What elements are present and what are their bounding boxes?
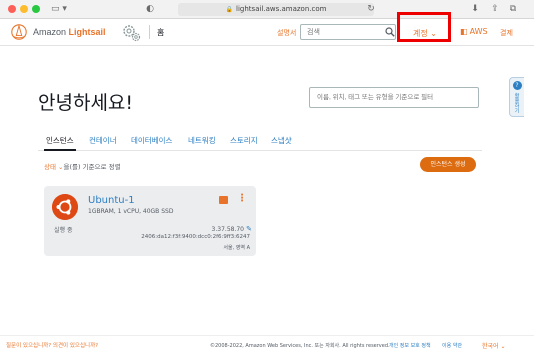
tab-networking[interactable]: 네트워킹 [188, 135, 216, 146]
page-footer: 질문이 있으십니까? 의견이 있으십니까? ©2008-2022, Amazon… [0, 335, 534, 354]
ipv6-address: 2406:da12:f3f:9400:dcc0:2f6:9ff3:6247 [141, 234, 250, 240]
logo-text[interactable]: Amazon Lightsail [33, 27, 106, 37]
reload-icon[interactable]: ↻ [366, 3, 376, 15]
sort-label: 을(를) 기준으로 정렬 [63, 163, 121, 171]
copyright-text: ©2008-2022, Amazon Web Services, Inc. 또는… [210, 343, 390, 349]
page-greeting: 안녕하세요! [38, 92, 134, 114]
zoom-window-button[interactable] [32, 5, 40, 13]
help-tab[interactable]: ? 활용하기 [509, 77, 524, 117]
account-menu-button[interactable]: 계정 ⌄ [413, 28, 437, 39]
create-instance-button[interactable]: 인스턴스 생성 [420, 157, 476, 172]
download-icon[interactable]: ⬇ [470, 3, 480, 15]
instance-name-link[interactable]: Ubuntu-1 [88, 195, 135, 206]
privacy-policy-link[interactable]: 개인 정보 보호 정책 [389, 342, 431, 349]
resource-tabs: 인스턴스 컨테이너 데이터베이스 네트워킹 스토리지 스냅샷 [38, 135, 482, 151]
lock-icon: 🔒 [225, 6, 234, 13]
aws-console-link[interactable]: ◧ AWS [460, 27, 488, 36]
browser-toolbar: ▭ ▾ ◐ 🔒 lightsail.aws.amazon.com ↻ ⬇ ⇪ ⧉ [0, 0, 534, 19]
search-icon[interactable] [385, 27, 395, 37]
tab-snapshots[interactable]: 스냅샷 [271, 135, 292, 146]
sort-dropdown[interactable]: 상태 ⌄ [44, 163, 64, 171]
feedback-link[interactable]: 질문이 있으십니까? 의견이 있으십니까? [6, 341, 98, 349]
sidebar-toggle-icon[interactable]: ▭ ▾ [48, 3, 70, 15]
help-tab-label: 활용하기 [513, 93, 520, 113]
search-input[interactable] [300, 24, 396, 40]
chevron-down-icon: ⌄ [430, 29, 437, 38]
tab-storage[interactable]: 스토리지 [230, 135, 258, 146]
pin-icon[interactable]: ✎ [246, 225, 252, 233]
more-options-icon[interactable]: ⋮ [237, 193, 247, 204]
tabs-overview-icon[interactable]: ⧉ [508, 3, 518, 15]
billing-link[interactable]: 결제 [500, 28, 513, 38]
lightsail-logo-icon[interactable] [10, 23, 28, 41]
instance-card[interactable]: Ubuntu-1 1GBRAM, 1 vCPU, 40GB SSD ⋮ 실행 중… [44, 186, 256, 256]
header-divider [149, 25, 150, 39]
minimize-window-button[interactable] [20, 5, 28, 13]
filter-input[interactable] [309, 87, 479, 108]
tab-containers[interactable]: 컨테이너 [89, 135, 117, 146]
help-icon: ? [512, 81, 522, 90]
terms-link[interactable]: 이용 약관 [442, 342, 462, 349]
close-window-button[interactable] [8, 5, 16, 13]
documentation-link[interactable]: 설명서 [277, 28, 296, 38]
tab-databases[interactable]: 데이터베이스 [131, 135, 172, 146]
url-text: lightsail.aws.amazon.com [236, 5, 327, 13]
tab-instances[interactable]: 인스턴스 [44, 135, 76, 151]
aws-box-icon: ◧ [460, 27, 468, 36]
app-header: Amazon Lightsail 홈 설명서 [0, 19, 534, 46]
instance-state: 실행 중 [54, 227, 73, 234]
privacy-shield-icon[interactable]: ◐ [145, 3, 155, 15]
ubuntu-icon [52, 194, 78, 220]
chevron-down-icon: ⌄ [500, 343, 506, 350]
language-selector[interactable]: 한국어 ⌄ [482, 341, 506, 350]
instance-region: 서울, 영역 A [223, 245, 250, 251]
share-icon[interactable]: ⇪ [490, 3, 500, 15]
gears-icon [123, 25, 141, 42]
public-ip: 3.37.58.70 [211, 226, 244, 233]
sort-control: 상태 ⌄을(를) 기준으로 정렬 [44, 161, 121, 171]
home-link[interactable]: 홈 [157, 27, 164, 38]
address-bar[interactable]: 🔒 lightsail.aws.amazon.com [178, 3, 374, 16]
instance-spec: 1GBRAM, 1 vCPU, 40GB SSD [88, 208, 174, 215]
terminal-icon[interactable] [219, 196, 228, 204]
